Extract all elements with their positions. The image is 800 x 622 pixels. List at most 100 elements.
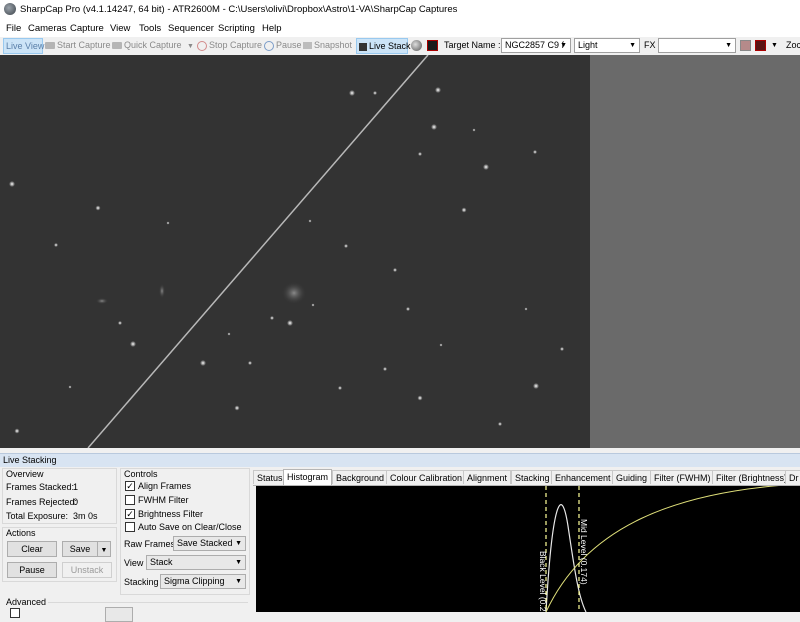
stacking-label: Stacking (124, 577, 159, 587)
tab-status[interactable]: Status (253, 470, 287, 484)
chevron-down-icon: ▼ (629, 42, 636, 49)
snapshot-icon (303, 42, 312, 50)
pause-stacking-button[interactable]: Pause (7, 562, 57, 578)
target-name-label: Target Name : (444, 40, 501, 50)
camera-icon (45, 42, 55, 50)
sphere-icon[interactable] (411, 40, 422, 51)
menu-sequencer[interactable]: Sequencer (168, 23, 214, 34)
clear-button[interactable]: Clear (7, 541, 57, 557)
histogram-view[interactable]: Black Level (0.2 Mid Level (0.174) (256, 486, 800, 612)
frames-rejected-label: Frames Rejected: (6, 497, 78, 507)
total-exposure-value: 3m 0s (73, 511, 98, 521)
pause-button[interactable]: Pause (264, 37, 302, 54)
save-button[interactable]: Save (62, 541, 98, 557)
toolbar: Live View Start Capture Quick Capture ▼ … (0, 37, 800, 55)
menu-bar: File Cameras Capture View Tools Sequence… (0, 19, 800, 37)
zoom-label: Zoc (786, 40, 800, 50)
advanced-title[interactable]: Advanced (6, 597, 46, 607)
tab-background[interactable]: Background (332, 470, 389, 484)
raw-frames-select[interactable]: Save Stacked ▼ (173, 536, 246, 551)
tab-filter-brightness[interactable]: Filter (Brightness) (712, 470, 792, 484)
star-field (9, 55, 564, 448)
target-name-combo[interactable]: NGC2857 C9 f ▼ (501, 38, 571, 53)
fwhm-filter-checkbox[interactable] (125, 495, 135, 505)
brightness-filter-label: Brightness Filter (138, 509, 204, 519)
image-icon[interactable] (740, 40, 751, 51)
brightness-filter-checkbox[interactable]: ✓ (125, 509, 135, 519)
tab-more[interactable]: Dr (785, 470, 800, 484)
reticle-icon[interactable] (755, 40, 766, 51)
stacking-select[interactable]: Sigma Clipping ▼ (160, 574, 246, 589)
fx-label: FX (644, 40, 656, 50)
chevron-down-icon: ▼ (100, 547, 108, 554)
align-frames-label: Align Frames (138, 481, 192, 491)
live-stacking-tabs: Status Histogram Background Colour Calib… (253, 469, 800, 486)
menu-cameras[interactable]: Cameras (28, 23, 67, 34)
menu-view[interactable]: View (110, 23, 130, 34)
raw-frames-label: Raw Frames (124, 539, 176, 549)
menu-help[interactable]: Help (262, 23, 282, 34)
overview-title: Overview (6, 469, 44, 479)
galaxy (282, 282, 306, 304)
live-stacking-controls-panel: Overview Frames Stacked: 1 Frames Reject… (0, 467, 252, 622)
tab-histogram[interactable]: Histogram (283, 469, 333, 485)
menu-capture[interactable]: Capture (70, 23, 104, 34)
auto-save-label: Auto Save on Clear/Close (138, 522, 242, 532)
snapshot-button[interactable]: Snapshot (303, 37, 352, 54)
chevron-down-icon: ▼ (235, 559, 242, 566)
auto-save-checkbox[interactable] (125, 522, 135, 532)
actions-title: Actions (6, 528, 36, 538)
menu-file[interactable]: File (6, 23, 21, 34)
live-view-label: Live View (6, 41, 45, 51)
live-view-button[interactable]: Live View (3, 38, 45, 54)
chevron-down-icon: ▼ (235, 578, 242, 585)
menu-tools[interactable]: Tools (139, 23, 161, 34)
mid-level-label: Mid Level (0.174) (579, 519, 589, 585)
chevron-down-icon: ▼ (725, 42, 732, 49)
tab-colour-calibration[interactable]: Colour Calibration (386, 470, 467, 484)
sharpcap-app-icon (4, 3, 16, 15)
view-label: View (124, 558, 144, 568)
window-title: SharpCap Pro (v4.1.14247, 64 bit) - ATR2… (20, 4, 458, 15)
quick-capture-button[interactable]: Quick Capture ▼ (112, 37, 194, 54)
tab-alignment[interactable]: Alignment (463, 470, 512, 484)
advanced-divider (48, 602, 248, 603)
advanced-field[interactable] (105, 607, 133, 622)
live-image-view[interactable] (0, 55, 590, 448)
pause-icon (264, 40, 274, 51)
align-frames-checkbox[interactable]: ✓ (125, 481, 135, 491)
stack-icon (359, 42, 367, 51)
tab-filter-fwhm[interactable]: Filter (FWHM) (650, 470, 715, 484)
chevron-down-icon: ▼ (235, 540, 242, 547)
empty-canvas-area (590, 55, 800, 448)
chevron-down-icon[interactable]: ▼ (771, 37, 778, 54)
frames-stacked-value: 1 (73, 482, 79, 492)
frame-type-select[interactable]: Light ▼ (574, 38, 640, 53)
camera-icon (112, 42, 122, 50)
red-display-icon[interactable] (427, 40, 438, 51)
view-select[interactable]: Stack ▼ (146, 555, 246, 570)
live-stack-button[interactable]: Live Stack (356, 38, 411, 54)
frames-rejected-value: 0 (73, 497, 79, 507)
total-exposure-label: Total Exposure: (6, 511, 69, 521)
stop-icon (197, 40, 207, 51)
advanced-checkbox[interactable] (10, 608, 20, 618)
fx-select[interactable]: ▼ (658, 38, 736, 53)
frames-stacked-label: Frames Stacked: (6, 482, 75, 492)
histogram-chart (545, 486, 779, 612)
live-stacking-header: Live Stacking (0, 453, 800, 467)
stop-capture-button[interactable]: Stop Capture (197, 37, 262, 54)
menu-scripting[interactable]: Scripting (218, 23, 255, 34)
unstack-button[interactable]: Unstack (62, 562, 112, 578)
tab-guiding[interactable]: Guiding (612, 470, 652, 484)
satellite-trail (87, 55, 429, 448)
fwhm-filter-label: FWHM Filter (138, 495, 189, 505)
save-dropdown-button[interactable]: ▼ (97, 541, 111, 557)
tab-enhancement[interactable]: Enhancement (551, 470, 615, 484)
controls-title: Controls (124, 469, 158, 479)
title-bar: SharpCap Pro (v4.1.14247, 64 bit) - ATR2… (0, 0, 800, 19)
galaxy (96, 298, 108, 304)
tab-stacking[interactable]: Stacking (511, 470, 554, 484)
start-capture-button[interactable]: Start Capture (45, 37, 111, 54)
black-level-label: Black Level (0.2 (538, 551, 548, 612)
